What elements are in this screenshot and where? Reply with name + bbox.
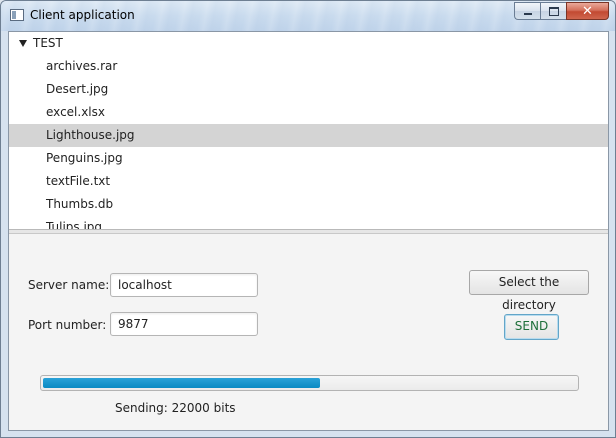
minimize-button[interactable]: [514, 2, 540, 20]
maximize-button[interactable]: [540, 2, 566, 20]
expand-arrow-icon[interactable]: [19, 40, 27, 47]
port-number-label: Port number:: [28, 318, 107, 332]
minimize-icon: [523, 12, 532, 15]
tree-root-label: TEST: [33, 36, 63, 50]
tree-item-label: Thumbs.db: [46, 197, 114, 211]
close-button[interactable]: ✕: [566, 2, 609, 20]
tree-item-label: Lighthouse.jpg: [46, 128, 135, 142]
tree-item[interactable]: Thumbs.db: [9, 193, 608, 216]
file-tree[interactable]: TEST archives.rar Desert.jpg excel.xlsx …: [9, 32, 608, 230]
progress-fill: [43, 378, 320, 388]
tree-item[interactable]: Tulips.jpg: [9, 216, 608, 230]
server-name-input[interactable]: localhost: [110, 273, 258, 297]
tree-item-label: excel.xlsx: [46, 105, 105, 119]
client-area: TEST archives.rar Desert.jpg excel.xlsx …: [8, 31, 609, 431]
split-divider[interactable]: [9, 230, 608, 234]
tree-item[interactable]: textFile.txt: [9, 170, 608, 193]
window-controls: ✕: [514, 2, 609, 21]
server-name-label: Server name:: [28, 278, 110, 292]
select-directory-button[interactable]: Select the directory: [469, 270, 589, 312]
close-icon: ✕: [582, 3, 593, 19]
port-number-input[interactable]: 9877: [110, 312, 258, 336]
tree-item[interactable]: Desert.jpg: [9, 78, 608, 101]
tree-item-label: Desert.jpg: [46, 82, 109, 96]
title-bar[interactable]: Client application ✕: [1, 1, 615, 31]
status-text: Sending: 22000 bits: [115, 401, 236, 415]
tree-item-label: Penguins.jpg: [46, 151, 123, 165]
app-icon: [10, 9, 24, 21]
tree-item-label: Tulips.jpg: [46, 220, 103, 230]
tree-item[interactable]: excel.xlsx: [9, 101, 608, 124]
tree-root[interactable]: TEST: [9, 32, 608, 55]
send-button[interactable]: SEND: [504, 314, 559, 340]
tree-item-selected[interactable]: Lighthouse.jpg: [9, 124, 608, 147]
tree-item[interactable]: Penguins.jpg: [9, 147, 608, 170]
tree-item[interactable]: archives.rar: [9, 55, 608, 78]
maximize-icon: [548, 6, 559, 16]
app-window: Client application ✕ TEST archives.rar D…: [0, 0, 616, 438]
progress-bar: [40, 375, 579, 391]
tree-item-label: archives.rar: [46, 59, 118, 73]
window-title: Client application: [30, 8, 135, 22]
tree-item-label: textFile.txt: [46, 174, 111, 188]
